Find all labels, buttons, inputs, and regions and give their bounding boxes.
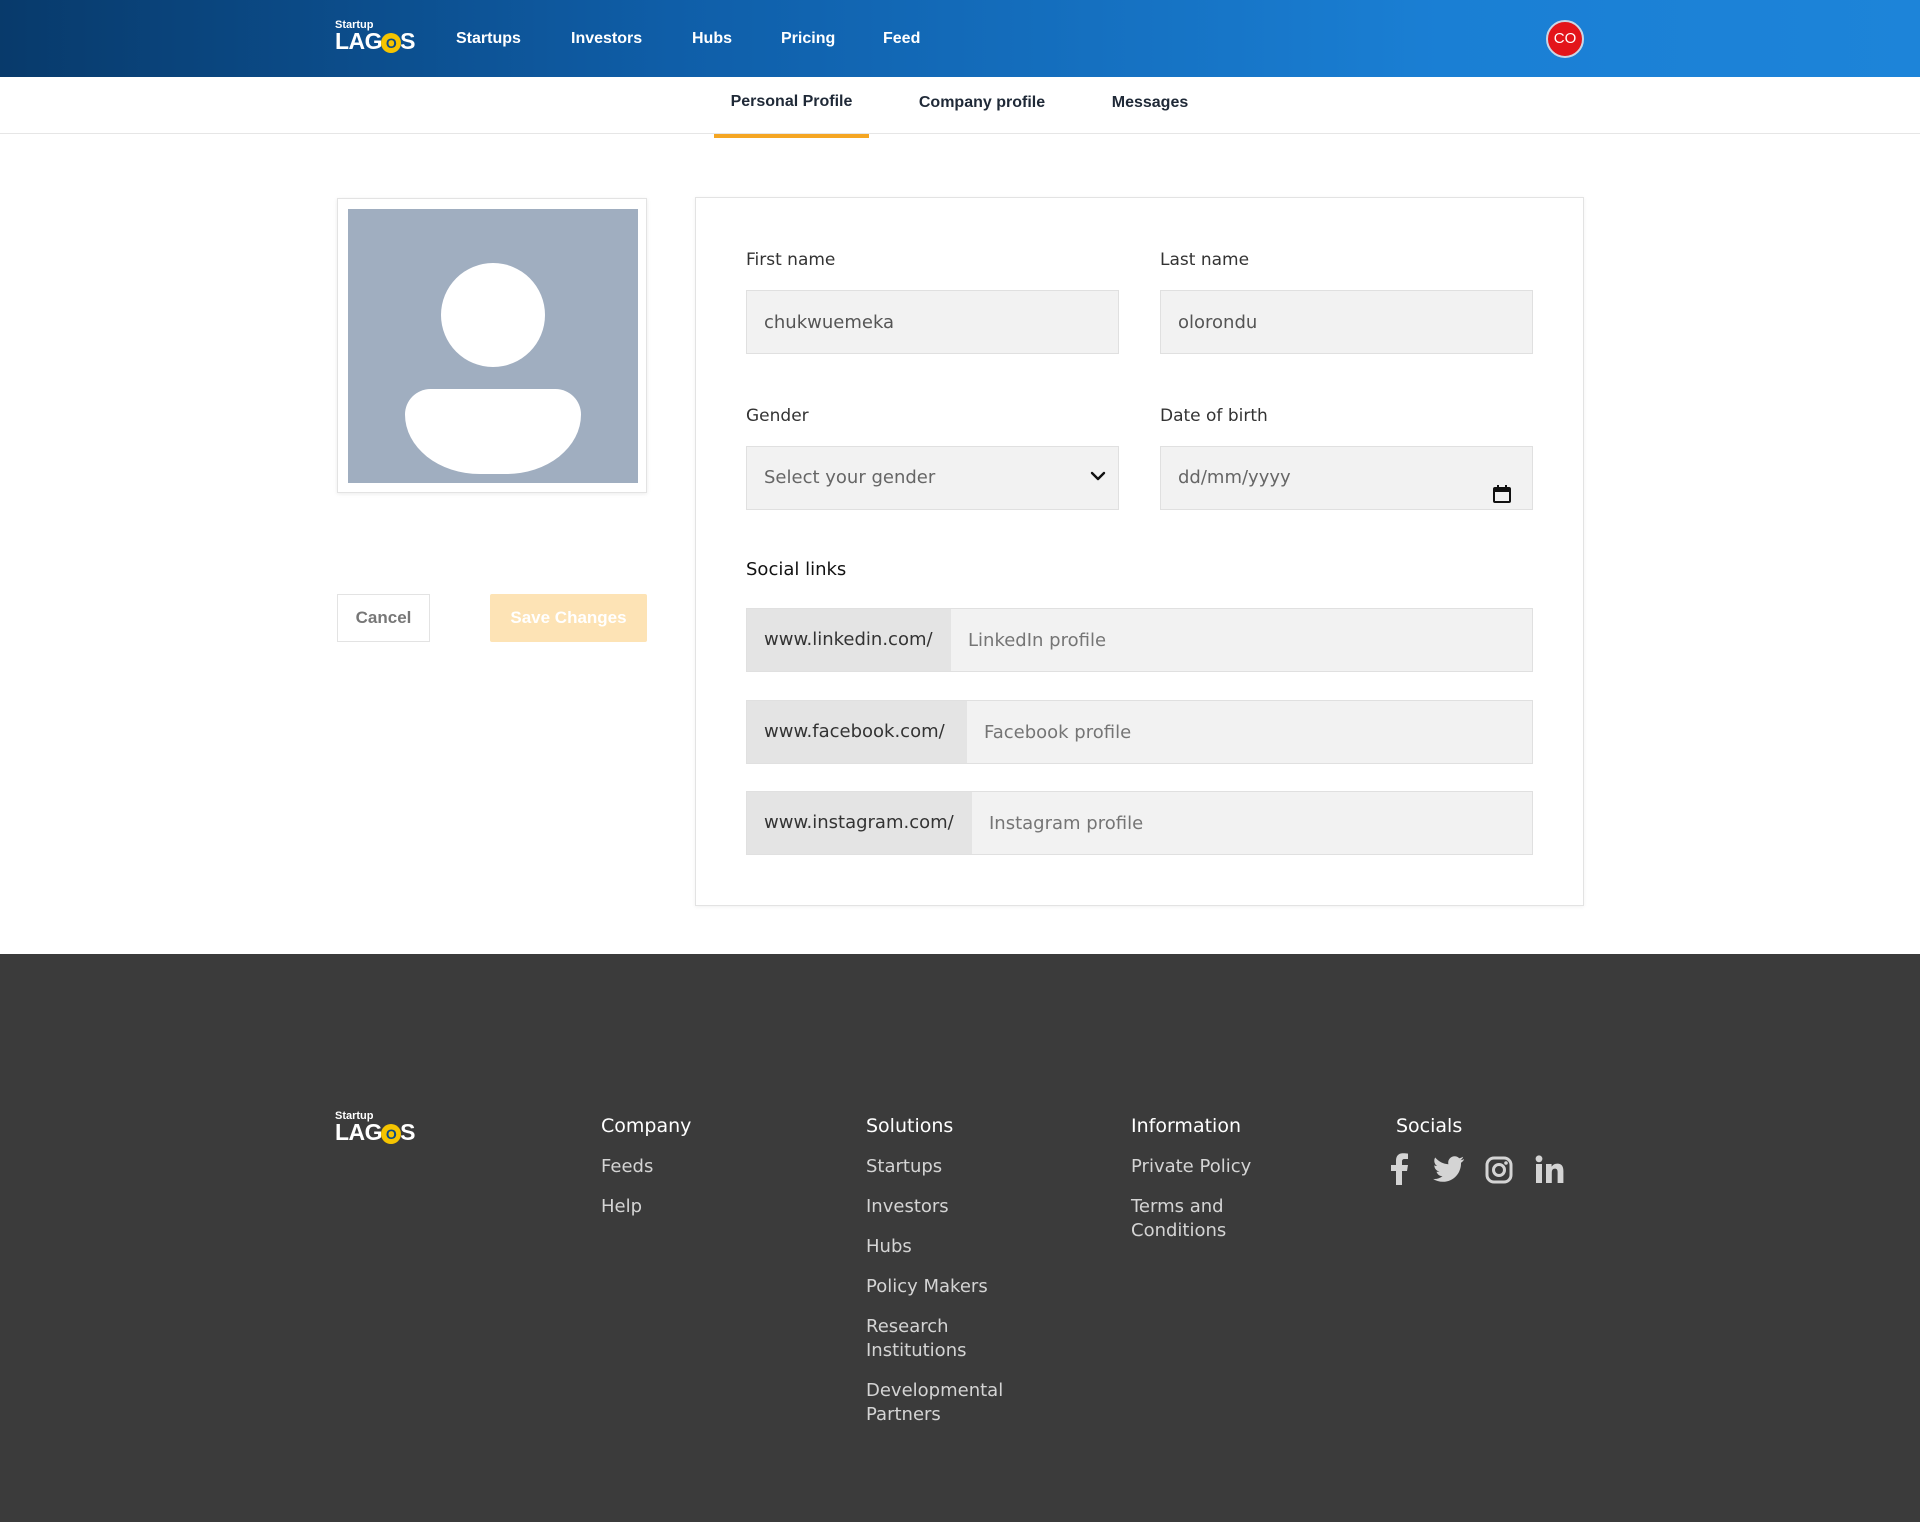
nav-startups[interactable]: Startups <box>456 0 521 77</box>
footer-link-investors[interactable]: Investors <box>866 1195 949 1219</box>
footer-link-terms-conditions[interactable]: Terms and Conditions <box>1131 1195 1251 1243</box>
linkedin-input[interactable] <box>951 609 1532 671</box>
footer-solutions-title: Solutions <box>866 1115 954 1137</box>
footer-logo-text-post: S <box>400 1119 415 1145</box>
logo-o-mark: O <box>381 33 402 53</box>
tab-company-profile[interactable]: Company profile <box>907 77 1057 134</box>
tab-messages[interactable]: Messages <box>1100 77 1200 134</box>
footer-logo-o-mark: O <box>381 1124 402 1144</box>
footer-link-policy-makers[interactable]: Policy Makers <box>866 1275 988 1299</box>
nav-feed[interactable]: Feed <box>883 0 920 77</box>
nav-hubs[interactable]: Hubs <box>692 0 732 77</box>
date-of-birth-input[interactable]: dd/mm/yyyy <box>1160 446 1533 510</box>
footer-link-hubs[interactable]: Hubs <box>866 1235 912 1259</box>
footer-startup-lagos-logo[interactable]: Startup LAG O S <box>335 1111 415 1145</box>
gender-select[interactable]: Select your gender <box>746 446 1119 510</box>
startup-lagos-logo[interactable]: Startup LAG O S <box>335 20 415 54</box>
footer-link-private-policy[interactable]: Private Policy <box>1131 1155 1251 1179</box>
footer-company-title: Company <box>601 1115 692 1137</box>
instagram-prefix: www.instagram.com/ <box>747 792 972 854</box>
avatar-body-shape <box>405 389 581 474</box>
footer-socials-title: Socials <box>1396 1115 1463 1137</box>
facebook-icon[interactable] <box>1389 1153 1409 1189</box>
linkedin-prefix: www.linkedin.com/ <box>747 609 951 671</box>
logo-text-post: S <box>400 28 415 54</box>
tab-personal-profile[interactable]: Personal Profile <box>714 77 869 138</box>
logo-text-pre: LAG <box>335 28 383 54</box>
save-changes-button[interactable]: Save Changes <box>490 594 647 642</box>
social-links-title: Social links <box>746 559 847 580</box>
footer-link-startups[interactable]: Startups <box>866 1155 942 1179</box>
footer-information-title: Information <box>1131 1115 1241 1137</box>
chevron-down-icon <box>1090 447 1106 482</box>
first-name-input[interactable] <box>746 290 1119 354</box>
date-of-birth-placeholder: dd/mm/yyyy <box>1178 467 1291 488</box>
nav-investors[interactable]: Investors <box>571 0 642 77</box>
linkedin-field: www.linkedin.com/ <box>746 608 1533 672</box>
instagram-input[interactable] <box>972 792 1532 854</box>
personal-profile-form: First name Last name Gender Select your … <box>695 197 1584 906</box>
footer-logo-text-pre: LAG <box>335 1119 383 1145</box>
facebook-prefix: www.facebook.com/ <box>747 701 967 763</box>
gender-label: Gender <box>746 406 809 426</box>
top-navigation-bar: Startup LAG O S Startups Investors Hubs Pr… <box>0 0 1920 77</box>
instagram-icon[interactable] <box>1485 1156 1513 1188</box>
footer-link-developmental-partners[interactable]: Developmental Partners <box>866 1379 1016 1427</box>
last-name-label: Last name <box>1160 250 1250 270</box>
facebook-input[interactable] <box>967 701 1532 763</box>
facebook-field: www.facebook.com/ <box>746 700 1533 764</box>
footer-logo-big-text: LAG O S <box>335 1120 415 1144</box>
gender-select-value: Select your gender <box>764 467 936 488</box>
first-name-label: First name <box>746 250 836 270</box>
profile-photo-card <box>337 198 647 493</box>
date-of-birth-label: Date of birth <box>1160 406 1268 426</box>
site-footer: Startup LAG O S Company Feeds Help Solutio… <box>0 954 1920 1522</box>
instagram-field: www.instagram.com/ <box>746 791 1533 855</box>
profile-tabs: Personal Profile Company profile Message… <box>0 77 1920 138</box>
logo-big-text: LAG O S <box>335 29 415 53</box>
linkedin-icon[interactable] <box>1535 1155 1564 1188</box>
profile-photo-placeholder[interactable] <box>348 209 638 483</box>
last-name-input[interactable] <box>1160 290 1533 354</box>
footer-link-research-institutions[interactable]: Research Institutions <box>866 1315 1016 1363</box>
cancel-button[interactable]: Cancel <box>337 594 430 642</box>
user-avatar[interactable]: CO <box>1546 20 1584 58</box>
calendar-icon[interactable] <box>1492 468 1512 530</box>
twitter-icon[interactable] <box>1433 1156 1465 1187</box>
nav-pricing[interactable]: Pricing <box>781 0 835 77</box>
footer-link-feeds[interactable]: Feeds <box>601 1155 653 1179</box>
footer-link-help[interactable]: Help <box>601 1195 642 1219</box>
avatar-head-shape <box>441 263 545 367</box>
